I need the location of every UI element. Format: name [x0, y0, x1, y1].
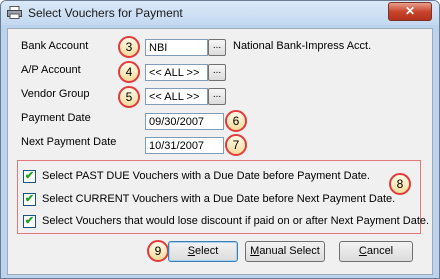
- payment-date-field[interactable]: 09/30/2007: [145, 113, 224, 130]
- cancel-button-label: ancel: [366, 245, 394, 257]
- callout-7: 7: [225, 134, 247, 156]
- manual-select-button[interactable]: Manual Select: [245, 241, 325, 262]
- selection-options-group: ✔ Select PAST DUE Vouchers with a Due Da…: [17, 160, 429, 234]
- printer-icon: [7, 6, 22, 19]
- ap-account-label: A/P Account: [21, 64, 81, 76]
- bank-account-browse-button[interactable]: ...: [208, 39, 226, 56]
- callout-5: 5: [118, 86, 140, 108]
- option-lose-discount-label: Select Vouchers that would lose discount…: [42, 215, 430, 227]
- bank-account-label: Bank Account: [21, 40, 89, 52]
- ap-account-browse-button[interactable]: ...: [208, 64, 226, 81]
- vendor-group-field[interactable]: << ALL >>: [145, 88, 208, 105]
- checkmark-icon: ✔: [24, 193, 35, 205]
- bank-account-field[interactable]: NBI: [145, 39, 208, 56]
- option-lose-discount-checkbox[interactable]: ✔: [23, 215, 36, 228]
- callout-4: 4: [118, 61, 140, 83]
- callout-8: 8: [389, 173, 411, 195]
- callout-3: 3: [118, 36, 140, 58]
- select-button-mnemonic: S: [187, 245, 196, 257]
- option-current-label: Select CURRENT Vouchers with a Due Date …: [42, 193, 396, 205]
- callout-6: 6: [225, 110, 247, 132]
- checkmark-icon: ✔: [24, 170, 35, 182]
- option-current-checkbox[interactable]: ✔: [23, 193, 36, 206]
- select-button-label: elect: [195, 245, 219, 257]
- ap-account-field[interactable]: << ALL >>: [145, 64, 208, 81]
- cancel-button[interactable]: Cancel: [339, 241, 413, 262]
- next-payment-date-field[interactable]: 10/31/2007: [145, 137, 224, 154]
- close-icon: ✕: [404, 4, 416, 18]
- bank-account-description: National Bank-Impress Acct.: [233, 40, 372, 52]
- window-title: Select Vouchers for Payment: [28, 6, 183, 20]
- option-past-due-checkbox[interactable]: ✔: [23, 170, 36, 183]
- title-bar[interactable]: Select Vouchers for Payment ✕: [1, 1, 439, 25]
- dialog-window: Select Vouchers for Payment ✕ Bank Accou…: [0, 0, 440, 279]
- next-payment-date-label: Next Payment Date: [21, 136, 117, 148]
- cancel-button-mnemonic: C: [358, 245, 367, 257]
- payment-date-label: Payment Date: [21, 112, 91, 124]
- checkmark-icon: ✔: [24, 215, 35, 227]
- vendor-group-browse-button[interactable]: ...: [208, 88, 226, 105]
- option-past-due-label: Select PAST DUE Vouchers with a Due Date…: [42, 170, 370, 182]
- callout-9: 9: [147, 240, 169, 262]
- manual-select-button-mnemonic: M: [250, 245, 260, 257]
- vendor-group-label: Vendor Group: [21, 88, 90, 100]
- dialog-body: Bank Account NBI ... National Bank-Impre…: [7, 28, 433, 275]
- select-button[interactable]: Select: [168, 241, 238, 262]
- close-button[interactable]: ✕: [388, 2, 432, 21]
- manual-select-button-label: anual Select: [259, 245, 320, 257]
